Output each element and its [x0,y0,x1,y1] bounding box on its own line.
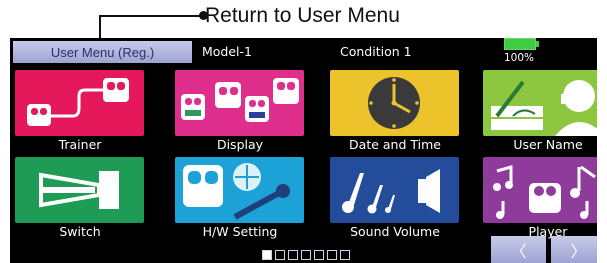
user-menu-button[interactable]: User Menu (Reg.) [13,41,192,63]
player-tile[interactable] [483,157,597,223]
page-dot-6[interactable] [327,250,337,260]
page-dot-1[interactable] [262,250,272,260]
callout-leader-vertical [99,15,101,40]
condition-name: Condition 1 [340,44,412,59]
chevron-right-icon: 〉 [570,241,587,261]
page-dot-5[interactable] [314,250,324,260]
date-and-time-tile[interactable] [330,70,459,136]
display-label: Display [216,137,264,152]
user-name-tile[interactable] [483,70,597,136]
page-dot-2[interactable] [275,250,285,260]
trainer-tile[interactable] [15,70,144,136]
hw-setting-label: H/W Setting [202,224,278,239]
player-icon [493,165,596,219]
hw-setting-tile[interactable] [175,157,304,223]
user-name-icon [491,80,597,136]
switch-label: Switch [59,224,101,239]
user-name-label: User Name [513,137,583,152]
chevron-left-icon: 〈 [510,241,527,261]
return-to-user-menu-callout: Return to User Menu [0,0,607,40]
transmitter-screen: User Menu (Reg.) Model-1 Condition 1 100… [10,38,597,263]
sound-volume-label: Sound Volume [350,224,440,239]
page-dot-7[interactable] [340,250,350,260]
battery-percent: 100% [504,52,535,64]
prev-page-button[interactable]: 〈 [491,236,546,263]
hw-setting-icon [183,163,290,220]
callout-leader-horizontal [100,15,205,17]
trainer-label: Trainer [58,137,102,152]
display-icon [181,78,299,122]
page-dot-3[interactable] [288,250,298,260]
date-and-time-label: Date and Time [349,137,441,152]
page-indicator [262,250,350,261]
display-tile[interactable] [175,70,304,136]
clock-icon [368,77,420,129]
switch-icon [39,171,119,209]
battery-icon [504,38,539,50]
sound-volume-tile[interactable] [330,157,459,223]
callout-text: Return to User Menu [205,4,400,27]
model-name: Model-1 [202,44,252,59]
next-page-button[interactable]: 〉 [551,236,597,263]
page-dot-4[interactable] [301,250,311,260]
switch-tile[interactable] [15,157,144,223]
top-bar: User Menu (Reg.) Model-1 Condition 1 100… [10,38,597,66]
sound-volume-icon [342,169,440,214]
trainer-icon [27,78,129,126]
